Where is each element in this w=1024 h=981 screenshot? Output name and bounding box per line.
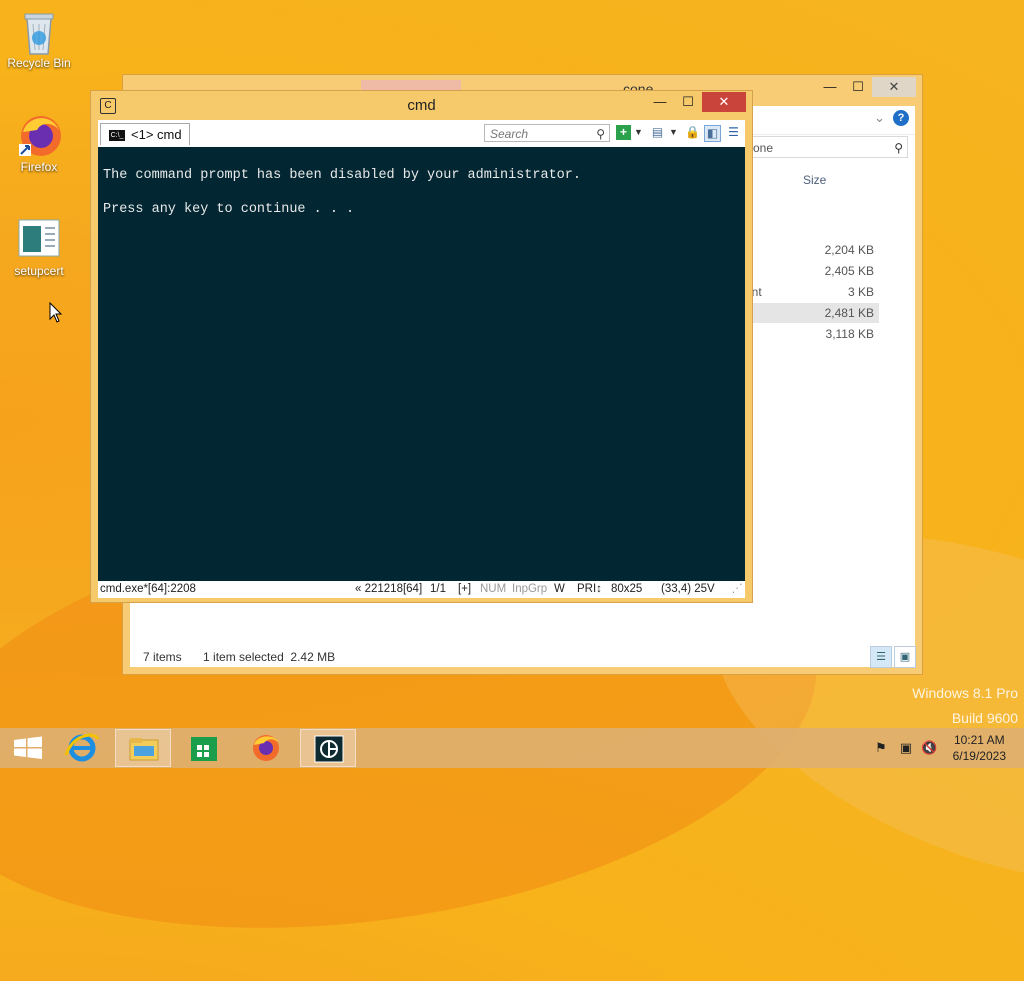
- file-row[interactable]: ent 3 KB: [745, 282, 879, 302]
- help-icon[interactable]: ?: [893, 110, 909, 126]
- desktop-icon-label: setupcert: [14, 264, 64, 278]
- desktop-icon-firefox[interactable]: Firefox: [1, 112, 77, 174]
- taskbar-clock[interactable]: 10:21 AM 6/19/2023: [953, 732, 1006, 764]
- explorer-search-input[interactable]: one ⚲: [748, 136, 908, 158]
- document-icon: [17, 216, 61, 260]
- windows-logo-icon: [14, 736, 42, 759]
- cmd-window[interactable]: C cmd — ☐ ✕ C:\_ <1> cmd Search ⚲ + ▼ ▤ ▼…: [90, 90, 753, 603]
- new-console-icon[interactable]: +: [616, 125, 631, 140]
- file-row[interactable]: 2,405 KB: [745, 261, 879, 281]
- tab-label: <1> cmd: [131, 127, 182, 142]
- tab-cmd[interactable]: C:\_ <1> cmd: [100, 123, 190, 145]
- firefox-icon: [253, 735, 279, 761]
- column-header-size[interactable]: Size: [803, 173, 826, 187]
- recycle-bin-icon: [17, 8, 61, 55]
- windows-build-watermark: Build 9600: [951, 710, 1018, 726]
- search-icon: ⚲: [894, 141, 903, 155]
- split-dropdown-icon[interactable]: ▼: [666, 125, 681, 140]
- action-center-flag-icon[interactable]: ⚑: [873, 740, 889, 756]
- resize-grip-icon[interactable]: ⋰: [732, 581, 744, 598]
- status-size[interactable]: 80x25: [611, 581, 642, 598]
- conemu-icon: [314, 735, 344, 763]
- file-row-selected[interactable]: 2,481 KB: [745, 303, 879, 323]
- file-row[interactable]: 2,204 KB: [745, 240, 879, 260]
- details-view-icon[interactable]: ☰: [870, 646, 892, 668]
- clock-time: 10:21 AM: [953, 733, 1005, 747]
- explorer-status-bar: 7 items 1 item selected 2.42 MB: [143, 650, 335, 664]
- explorer-window-controls: — ☐ ✕: [816, 77, 916, 97]
- console-status-bar: cmd.exe*[64]:2208 « 221218[64] 1/1 [+] N…: [98, 581, 745, 598]
- console-line: The command prompt has been disabled by …: [103, 168, 581, 183]
- windows-edition-watermark: Windows 8.1 Pro: [912, 685, 1018, 701]
- cmd-toolbar: C:\_ <1> cmd Search ⚲ + ▼ ▤ ▼ 🔒 ◧ ☰: [98, 120, 745, 147]
- status-selection: 1 item selected 2.42 MB: [203, 650, 336, 664]
- desktop-icon-label: Firefox: [20, 160, 58, 174]
- console-line: Press any key to continue . . .: [103, 202, 355, 217]
- cmd-window-controls: — ☐ ✕: [646, 92, 746, 112]
- status-process[interactable]: cmd.exe*[64]:2208: [100, 581, 196, 598]
- minimize-button[interactable]: —: [646, 92, 674, 112]
- clock-date: 6/19/2023: [952, 749, 1006, 763]
- store-icon: [191, 737, 217, 761]
- taskbar: ⚑ ▣ 🔇 10:21 AM 6/19/2023: [0, 728, 1024, 768]
- large-icons-view-icon[interactable]: ▣: [894, 646, 916, 668]
- mouse-cursor-icon: [49, 302, 63, 323]
- desktop-icon-setupcert[interactable]: setupcert: [1, 216, 77, 278]
- volume-muted-icon[interactable]: 🔇: [921, 740, 937, 756]
- folder-icon: [129, 738, 159, 761]
- taskbar-firefox[interactable]: [238, 729, 294, 767]
- taskbar-file-explorer[interactable]: [115, 729, 171, 767]
- status-cursor[interactable]: (33,4) 25V: [661, 581, 715, 598]
- internet-explorer-icon: [64, 733, 100, 762]
- status-num[interactable]: NUM: [480, 581, 506, 598]
- search-icon: ⚲: [596, 127, 605, 141]
- status-priority[interactable]: PRI↕: [577, 581, 602, 598]
- minimize-button[interactable]: —: [816, 77, 844, 97]
- console-output[interactable]: The command prompt has been disabled by …: [98, 147, 745, 581]
- firefox-icon: [17, 112, 61, 156]
- close-button[interactable]: ✕: [872, 77, 916, 97]
- desktop-icon-label: Recycle Bin: [7, 56, 71, 70]
- panel-icon[interactable]: ◧: [704, 125, 721, 142]
- view-toggle: ☰ ▣: [870, 646, 916, 668]
- status-w[interactable]: W: [554, 581, 565, 598]
- status-inpgrp[interactable]: InpGrp: [512, 581, 547, 598]
- lock-icon[interactable]: 🔒: [685, 125, 700, 140]
- console-tab-icon: C:\_: [109, 130, 125, 142]
- cmd-titlebar[interactable]: C cmd — ☐ ✕: [91, 91, 752, 119]
- ribbon-expand-chevron-icon[interactable]: ⌄: [874, 110, 885, 126]
- maximize-button[interactable]: ☐: [844, 77, 872, 97]
- taskbar-internet-explorer[interactable]: [54, 729, 110, 767]
- status-position[interactable]: « 221218[64]: [355, 581, 422, 598]
- desktop-icon-recycle-bin[interactable]: Recycle Bin: [1, 8, 77, 70]
- menu-icon[interactable]: ☰: [726, 125, 741, 140]
- maximize-button[interactable]: ☐: [674, 92, 702, 112]
- status-item-count: 7 items: [143, 650, 182, 664]
- split-view-icon[interactable]: ▤: [650, 125, 665, 140]
- console-search-input[interactable]: Search ⚲: [484, 124, 610, 142]
- start-button[interactable]: [0, 729, 56, 767]
- taskbar-conemu[interactable]: [300, 729, 356, 767]
- close-button[interactable]: ✕: [702, 92, 746, 112]
- file-row[interactable]: 3,118 KB: [745, 324, 879, 344]
- taskbar-store[interactable]: [176, 729, 232, 767]
- status-page[interactable]: 1/1: [430, 581, 446, 598]
- network-icon[interactable]: ▣: [898, 740, 914, 756]
- status-plus[interactable]: [+]: [458, 581, 471, 598]
- new-console-dropdown-icon[interactable]: ▼: [631, 125, 646, 140]
